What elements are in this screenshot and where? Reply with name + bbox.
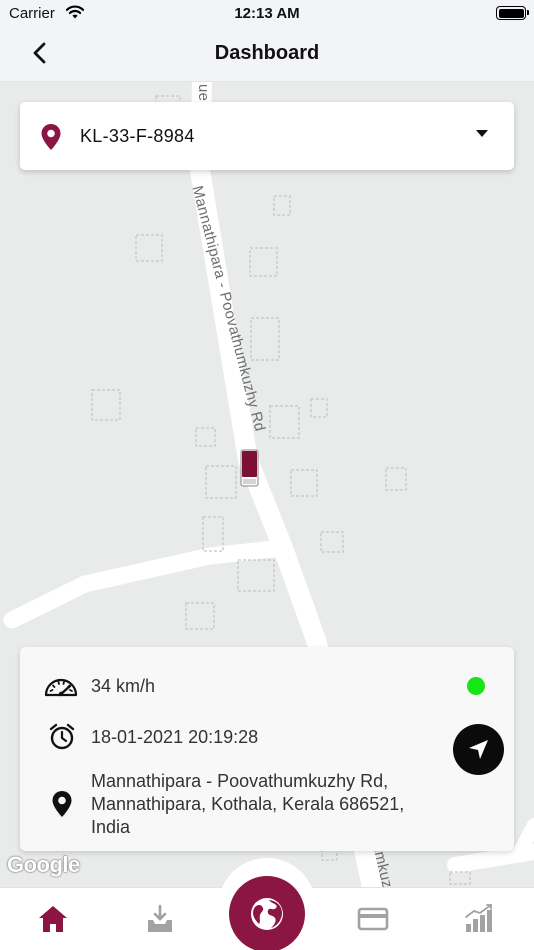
download-tray-icon	[148, 904, 172, 932]
bar-chart-icon	[465, 904, 492, 932]
tab-map[interactable]	[229, 876, 305, 950]
google-attribution: Google	[7, 852, 80, 877]
tab-payment[interactable]	[353, 902, 393, 936]
vehicle-selector-dropdown[interactable]: KL-33-F-8984	[20, 102, 514, 170]
map-pin-icon	[41, 124, 61, 150]
tab-home[interactable]	[33, 902, 73, 936]
clock-time: 12:13 AM	[234, 5, 300, 22]
navigation-arrow-icon	[469, 740, 488, 759]
speed-value: 34 km/h	[91, 676, 156, 696]
tab-reports[interactable]	[460, 902, 500, 936]
last-update-timestamp: 18-01-2021 20:19:28	[91, 727, 259, 747]
alarm-clock-icon	[49, 723, 75, 750]
vehicle-address: Mannathipara - Poovathumkuzhy Rd, Mannat…	[91, 771, 405, 837]
navigation-bar: Dashboard	[0, 30, 534, 82]
truck-marker-icon[interactable]	[240, 449, 259, 487]
status-bar: Carrier 12:13 AM	[0, 0, 534, 30]
selected-vehicle-plate: KL-33-F-8984	[80, 126, 195, 146]
page-title: Dashboard	[214, 42, 320, 64]
globe-icon	[251, 898, 283, 930]
home-icon	[39, 906, 67, 932]
tab-download[interactable]	[140, 902, 180, 936]
side-road	[3, 539, 292, 629]
caret-down-icon	[476, 130, 488, 137]
online-status-indicator	[467, 677, 485, 695]
road-label-top: ue	[195, 84, 212, 102]
vehicle-info-card: 34 km/h 18-01-2021 20:19:28 Mannathipara…	[20, 647, 514, 851]
speedometer-icon	[44, 678, 78, 697]
battery-icon	[496, 6, 529, 20]
location-pin-icon	[52, 791, 72, 817]
credit-card-icon	[357, 907, 389, 931]
navigate-button[interactable]	[453, 724, 504, 775]
